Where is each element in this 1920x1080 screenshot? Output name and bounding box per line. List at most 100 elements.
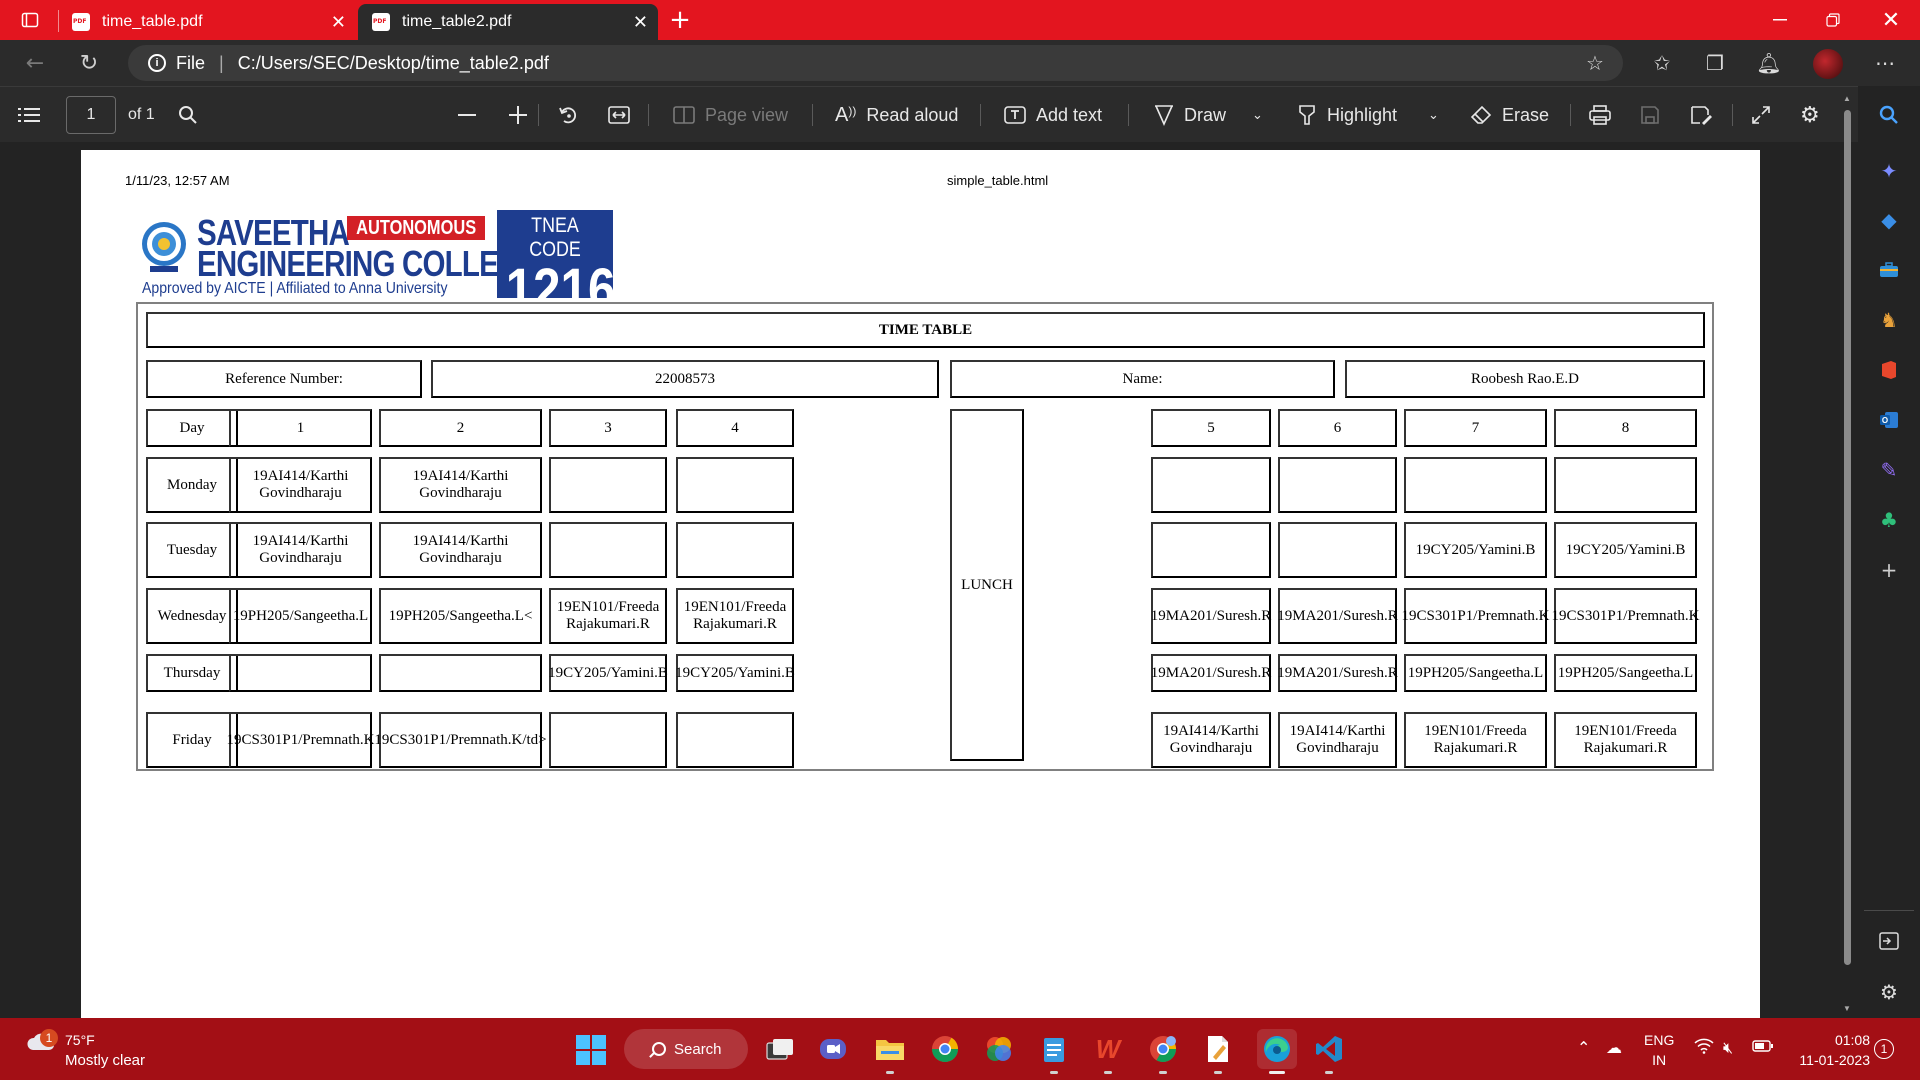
url-separator: | <box>219 52 224 73</box>
add-favorite-icon[interactable]: ☆ <box>1580 48 1610 78</box>
contents-list-icon[interactable] <box>18 87 40 143</box>
sidebar-settings-icon[interactable]: ⚙ <box>1874 977 1904 1007</box>
highlight-label: Highlight <box>1327 104 1398 125</box>
college-seal-icon <box>142 222 186 272</box>
collections-icon[interactable]: ❐ <box>1700 48 1730 78</box>
day-header: Day <box>146 409 238 447</box>
tab-title: time_table.pdf <box>102 13 203 30</box>
highlight-button[interactable]: Highlight <box>1297 87 1397 143</box>
onedrive-cloud-icon[interactable]: ☁ <box>1606 1038 1622 1057</box>
back-button[interactable]: ← <box>15 40 55 86</box>
save-icon[interactable] <box>1640 87 1660 143</box>
chrome-icon[interactable] <box>929 1033 961 1065</box>
tnea-label: TNEA CODE <box>529 214 581 261</box>
add-sidebar-app-icon[interactable]: + <box>1874 555 1904 585</box>
office-icon[interactable] <box>1874 355 1904 385</box>
wifi-icon[interactable] <box>1694 1038 1714 1058</box>
close-window-button[interactable]: ✕ <box>1862 0 1920 40</box>
volume-muted-icon[interactable]: 🔇︎ <box>1723 1038 1733 1058</box>
settings-gear-icon[interactable]: ⚙ <box>1800 87 1820 143</box>
favorites-icon[interactable]: ✩ <box>1647 48 1677 78</box>
tab-time-table[interactable]: time_table.pdf ✕ <box>60 4 356 40</box>
pdf-editor-icon[interactable] <box>1202 1033 1234 1065</box>
url-field[interactable]: i File | C:/Users/SEC/Desktop/time_table… <box>128 45 1623 81</box>
rotate-icon[interactable] <box>558 87 578 143</box>
teams-chat-icon[interactable] <box>817 1033 849 1065</box>
discover-sparkle-icon[interactable]: ✦ <box>1874 156 1904 186</box>
photos-icon[interactable] <box>983 1033 1015 1065</box>
restore-button[interactable] <box>1808 0 1858 40</box>
scroll-thumb[interactable] <box>1844 110 1851 965</box>
task-view-icon[interactable] <box>764 1033 796 1065</box>
timetable-cell: 19MA201/Suresh.R <box>1151 654 1271 692</box>
more-options-icon[interactable]: ⋯ <box>1870 48 1900 78</box>
page-view-button[interactable]: Page view <box>673 87 788 143</box>
zoom-out-icon[interactable] <box>458 87 476 143</box>
notification-count-badge[interactable]: 1 <box>1874 1039 1894 1059</box>
address-bar: ← ↻ i File | C:/Users/SEC/Desktop/time_t… <box>0 40 1920 86</box>
hide-sidebar-icon[interactable] <box>1874 926 1904 956</box>
vscode-icon[interactable] <box>1313 1033 1345 1065</box>
draw-options-chevron-icon[interactable]: ⌄ <box>1252 87 1263 143</box>
new-tab-button[interactable]: + <box>660 0 700 40</box>
save-as-icon[interactable] <box>1690 87 1712 143</box>
shopping-tag-icon[interactable]: ◆ <box>1874 205 1904 235</box>
battery-icon[interactable] <box>1752 1038 1774 1057</box>
chrome-profile-icon[interactable] <box>1147 1033 1179 1065</box>
designer-icon[interactable]: ✎ <box>1874 455 1904 485</box>
file-explorer-icon[interactable] <box>874 1033 906 1065</box>
wps-office-icon[interactable]: W <box>1092 1033 1124 1065</box>
vertical-scrollbar[interactable]: ▲ ▼ <box>1840 90 1854 1018</box>
read-aloud-button[interactable]: A)) Read aloud <box>835 87 958 143</box>
timetable-cell: 19PH205/Sangeetha.L <box>1554 654 1697 692</box>
tab-actions-icon[interactable] <box>10 0 50 40</box>
close-tab-icon[interactable]: ✕ <box>633 12 648 33</box>
games-icon[interactable]: ♞ <box>1874 305 1904 335</box>
tab-time-table2[interactable]: time_table2.pdf ✕ <box>358 4 658 40</box>
taskbar-search[interactable]: Search <box>624 1029 748 1069</box>
pdf-icon <box>372 13 390 31</box>
toolbar-divider <box>648 104 649 126</box>
url-scheme-label: File <box>176 52 206 73</box>
fullscreen-icon[interactable] <box>1751 87 1771 143</box>
add-text-button[interactable]: Add text <box>1004 87 1102 143</box>
drop-tree-icon[interactable]: ♣ <box>1874 505 1904 535</box>
timetable-cell: 19AI414/Karthi Govindharaju <box>1278 712 1397 768</box>
tools-briefcase-icon[interactable] <box>1874 255 1904 285</box>
profile-avatar[interactable] <box>1813 49 1843 79</box>
timetable-cell <box>1404 457 1547 513</box>
print-icon[interactable] <box>1589 87 1611 143</box>
page-number-input[interactable]: 1 <box>66 96 116 134</box>
url-text[interactable]: C:/Users/SEC/Desktop/time_table2.pdf <box>238 53 549 74</box>
notepad-icon[interactable] <box>1038 1033 1070 1065</box>
weather-condition[interactable]: Mostly clear <box>65 1052 145 1069</box>
pdf-toolbar: 1 of 1 Page view A)) Read aloud Add text… <box>0 86 1858 142</box>
start-windows-icon[interactable] <box>576 1035 606 1065</box>
input-language[interactable]: ENG IN <box>1644 1030 1674 1070</box>
minimize-button[interactable] <box>1755 0 1805 40</box>
notifications-bell-icon[interactable]: 🔔︎ <box>1754 48 1784 78</box>
search-icon[interactable] <box>1874 100 1904 130</box>
highlight-icon <box>1297 104 1317 126</box>
highlight-options-chevron-icon[interactable]: ⌄ <box>1428 87 1439 143</box>
show-hidden-icons-chevron-icon[interactable]: ⌃ <box>1577 1038 1590 1057</box>
erase-button[interactable]: Erase <box>1470 87 1549 143</box>
close-tab-icon[interactable]: ✕ <box>331 12 346 33</box>
system-clock[interactable]: 01:08 11-01-2023 <box>1790 1030 1870 1070</box>
timetable-cell: 19PH205/Sangeetha.L< <box>379 588 542 644</box>
weather-temperature[interactable]: 75°F <box>65 1032 95 1048</box>
edge-browser-icon[interactable] <box>1257 1029 1297 1069</box>
find-icon[interactable] <box>178 87 198 143</box>
draw-button[interactable]: Draw <box>1154 87 1226 143</box>
timetable-title: TIME TABLE <box>146 312 1705 348</box>
zoom-in-icon[interactable] <box>509 87 527 143</box>
info-icon[interactable]: i <box>148 54 166 72</box>
outlook-icon[interactable]: O <box>1874 405 1904 435</box>
scroll-up-icon[interactable]: ▲ <box>1843 94 1851 103</box>
scroll-down-icon[interactable]: ▼ <box>1843 1004 1851 1013</box>
fit-to-width-icon[interactable] <box>608 87 630 143</box>
timetable-cell: 19CY205/Yamini.B <box>1404 522 1547 578</box>
reload-button[interactable]: ↻ <box>69 40 109 86</box>
page-view-label: Page view <box>705 104 789 125</box>
period-header: 1 <box>229 409 372 447</box>
